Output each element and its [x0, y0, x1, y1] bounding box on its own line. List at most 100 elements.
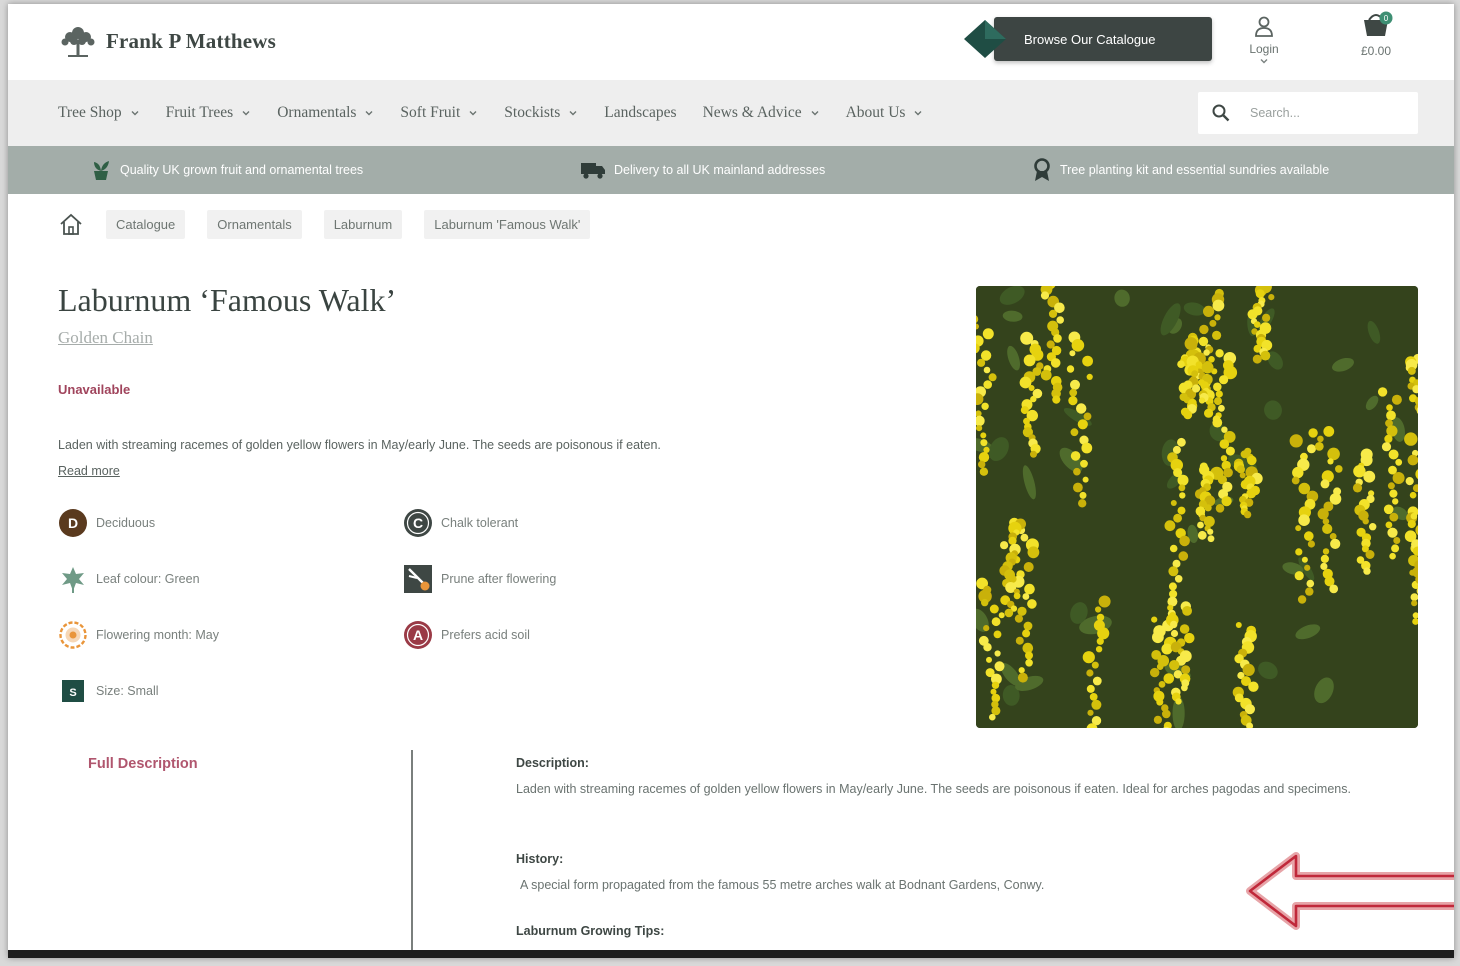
- breadcrumb-ornamentals[interactable]: Ornamentals: [207, 210, 302, 239]
- chevron-down-icon: [914, 111, 922, 116]
- award-ribbon-icon: [1034, 158, 1050, 181]
- product-intro: Laden with streaming racemes of golden y…: [58, 432, 678, 484]
- chevron-down-icon: [242, 111, 250, 116]
- browse-catalogue[interactable]: Browse Our Catalogue: [962, 16, 1212, 62]
- nav-item-label: About Us: [845, 104, 906, 121]
- attribute-flowering-month: Flowering month: May: [58, 620, 219, 650]
- catalogue-diamond-icon: [964, 20, 1006, 58]
- main-navigation: Tree Shop Fruit Trees Ornamentals Soft Frui…: [8, 80, 1454, 146]
- breadcrumb-laburnum[interactable]: Laburnum: [323, 210, 403, 239]
- read-more-link[interactable]: Read more: [58, 464, 120, 478]
- attribute-text: Prefers acid soil: [441, 628, 530, 642]
- product-photo[interactable]: [976, 286, 1418, 728]
- pruning-shears-icon: [403, 564, 433, 594]
- page-bottom-edge: [8, 950, 1454, 958]
- common-name-link[interactable]: Golden Chain: [58, 328, 153, 348]
- attribute-prune: Prune after flowering: [403, 564, 556, 594]
- nav-item-label: News & Advice: [702, 104, 802, 121]
- breadcrumb: Catalogue Ornamentals Laburnum Laburnum …: [58, 210, 612, 239]
- nav-item-label: Tree Shop: [58, 104, 122, 121]
- tree-logo-icon: [61, 27, 95, 57]
- attribute-text: Flowering month: May: [96, 628, 219, 642]
- tab-divider: [411, 750, 413, 958]
- attribute-acid-soil: A Prefers acid soil: [403, 620, 530, 650]
- usp-banner: Quality UK grown fruit and ornamental tr…: [8, 146, 1454, 194]
- basket-link[interactable]: 0 £0.00: [1346, 10, 1406, 58]
- chevron-down-icon: [131, 111, 139, 116]
- leaf-icon: [58, 564, 88, 594]
- tab-full-description[interactable]: Full Description: [88, 756, 198, 772]
- site-logo[interactable]: Frank P Matthews: [58, 24, 276, 58]
- attribute-deciduous: D Deciduous: [58, 508, 155, 538]
- logo-text: Frank P Matthews: [106, 28, 277, 53]
- svg-text:C: C: [413, 515, 423, 531]
- nav-item-ornamentals[interactable]: Ornamentals: [277, 104, 374, 122]
- basket-total: £0.00: [1360, 44, 1392, 58]
- chalk-tolerant-icon: C: [403, 508, 433, 538]
- chevron-down-icon: [811, 111, 819, 116]
- attribute-text: Leaf colour: Green: [96, 572, 200, 586]
- breadcrumb-current: Laburnum 'Famous Walk': [424, 210, 591, 239]
- nav-item-label: Ornamentals: [277, 104, 357, 121]
- attribute-text: Prune after flowering: [441, 572, 557, 586]
- user-icon: [1255, 16, 1273, 37]
- nav-item-landscapes[interactable]: Landscapes: [604, 104, 676, 122]
- usp-text: Delivery to all UK mainland addresses: [614, 163, 826, 177]
- intro-text: Laden with streaming racemes of golden y…: [58, 438, 661, 452]
- nav-item-label: Stockists: [504, 104, 561, 121]
- chevron-down-icon: [365, 111, 373, 116]
- nav-item-label: Landscapes: [604, 104, 677, 121]
- usp-delivery: Delivery to all UK mainland addresses: [580, 146, 825, 194]
- usp-text: Quality UK grown fruit and ornamental tr…: [120, 163, 364, 177]
- attribute-size: S Size: Small: [58, 676, 159, 706]
- browser-page: Frank P Matthews Browse Our Catalogue Lo…: [8, 4, 1454, 958]
- svg-text:S: S: [69, 687, 76, 699]
- breadcrumb-catalogue[interactable]: Catalogue: [106, 210, 186, 239]
- basket-count: 0: [1384, 14, 1389, 23]
- attribute-text: Deciduous: [96, 516, 156, 530]
- nav-item-label: Soft Fruit: [400, 104, 461, 121]
- home-icon[interactable]: [58, 212, 84, 238]
- acid-soil-icon: A: [403, 620, 433, 650]
- chevron-down-icon: [1260, 59, 1268, 64]
- nav-item-label: Fruit Trees: [165, 104, 234, 121]
- login-label: Login: [1249, 42, 1279, 56]
- attribute-chalk-tolerant: C Chalk tolerant: [403, 508, 518, 538]
- svg-text:A: A: [413, 627, 423, 643]
- nav-item-soft-fruit[interactable]: Soft Fruit: [400, 104, 478, 122]
- svg-text:D: D: [68, 515, 78, 531]
- deciduous-icon: D: [58, 508, 88, 538]
- nav-item-news-advice[interactable]: News & Advice: [703, 104, 820, 122]
- attribute-text: Chalk tolerant: [441, 516, 519, 530]
- attribute-text: Size: Small: [96, 684, 159, 698]
- site-header: Frank P Matthews Browse Our Catalogue Lo…: [8, 4, 1454, 80]
- usp-planting-kit: Tree planting kit and essential sundries…: [1032, 146, 1329, 194]
- search-input[interactable]: [1250, 106, 1400, 120]
- nav-item-about-us[interactable]: About Us: [846, 104, 924, 122]
- nav-menu: Tree Shop Fruit Trees Ornamentals Soft Frui…: [58, 80, 949, 146]
- description-heading: Description:: [516, 756, 589, 770]
- product-title: Laburnum ‘Famous Walk’: [58, 282, 397, 318]
- nav-item-fruit-trees[interactable]: Fruit Trees: [166, 104, 252, 122]
- nav-item-stockists[interactable]: Stockists: [504, 104, 578, 122]
- description-text: Laden with streaming racemes of golden y…: [516, 782, 1351, 796]
- delivery-truck-icon: [581, 163, 605, 179]
- plant-pot-icon: [94, 161, 109, 180]
- chevron-down-icon: [569, 111, 577, 116]
- nav-item-tree-shop[interactable]: Tree Shop: [58, 104, 140, 122]
- availability-status: Unavailable: [58, 382, 131, 397]
- search-box[interactable]: [1198, 92, 1418, 134]
- usp-uk-grown: Quality UK grown fruit and ornamental tr…: [90, 146, 363, 194]
- usp-text: Tree planting kit and essential sundries…: [1060, 163, 1330, 177]
- browse-catalogue-button[interactable]: Browse Our Catalogue: [994, 17, 1212, 61]
- chevron-down-icon: [469, 111, 477, 116]
- annotation-arrow-icon: [1246, 852, 1454, 930]
- search-icon: [1212, 104, 1230, 122]
- attribute-leaf-colour: Leaf colour: Green: [58, 564, 200, 594]
- description-section: Description: Laden with streaming raceme…: [516, 756, 1396, 802]
- flower-icon: [58, 620, 88, 650]
- laburnum-flowers-image: [976, 286, 1418, 728]
- basket-icon: 0: [1364, 11, 1393, 36]
- size-icon: S: [58, 676, 88, 706]
- login-link[interactable]: Login: [1234, 16, 1294, 70]
